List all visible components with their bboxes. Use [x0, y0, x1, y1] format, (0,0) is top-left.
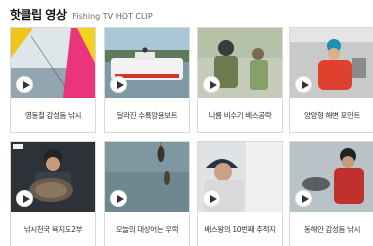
clip-card-2[interactable]: 달라진 수륙양용보트 — [104, 27, 190, 133]
clip-title[interactable]: 영동철 감성돔 낚시 — [11, 98, 95, 132]
clip-title[interactable]: 낚시천국 욕지도2부 — [11, 212, 95, 246]
play-icon[interactable] — [295, 190, 312, 207]
clip-title[interactable]: 오늘의 대상어는 우럭 — [105, 212, 189, 246]
clip-thumbnail-8[interactable] — [290, 142, 373, 212]
clip-thumbnail-5[interactable] — [11, 142, 95, 212]
play-icon[interactable] — [16, 190, 33, 207]
clip-grid: 영동철 감성돔 낚시 달라진 수륙양용보트 나름 비수기 배스공략 양양형 해변… — [0, 0, 373, 246]
play-icon[interactable] — [110, 190, 127, 207]
clip-card-3[interactable]: 나름 비수기 배스공략 — [197, 27, 283, 133]
clip-thumbnail-7[interactable] — [198, 142, 282, 212]
play-icon[interactable] — [295, 76, 312, 93]
clip-thumbnail-1[interactable] — [11, 28, 95, 98]
clip-card-8[interactable]: 동해안 감성돔 낚시 — [289, 141, 373, 246]
clip-title[interactable]: 배스왕의 10번째 추적지 — [198, 212, 282, 246]
play-icon[interactable] — [16, 76, 33, 93]
play-icon[interactable] — [203, 190, 220, 207]
clip-thumbnail-4[interactable] — [290, 28, 373, 98]
clip-thumbnail-3[interactable] — [198, 28, 282, 98]
clip-card-1[interactable]: 영동철 감성돔 낚시 — [10, 27, 96, 133]
clip-title[interactable]: 나름 비수기 배스공략 — [198, 98, 282, 132]
play-icon[interactable] — [203, 76, 220, 93]
clip-card-7[interactable]: 배스왕의 10번째 추적지 — [197, 141, 283, 246]
clip-card-4[interactable]: 양양형 해변 포인트 — [289, 27, 373, 133]
clip-title[interactable]: 양양형 해변 포인트 — [290, 98, 373, 132]
clip-card-6[interactable]: 오늘의 대상어는 우럭 — [104, 141, 190, 246]
clip-thumbnail-2[interactable] — [105, 28, 189, 98]
clip-card-5[interactable]: 낚시천국 욕지도2부 — [10, 141, 96, 246]
clip-title[interactable]: 동해안 감성돔 낚시 — [290, 212, 373, 246]
clip-thumbnail-6[interactable] — [105, 142, 189, 212]
clip-title[interactable]: 달라진 수륙양용보트 — [105, 98, 189, 132]
play-icon[interactable] — [110, 76, 127, 93]
